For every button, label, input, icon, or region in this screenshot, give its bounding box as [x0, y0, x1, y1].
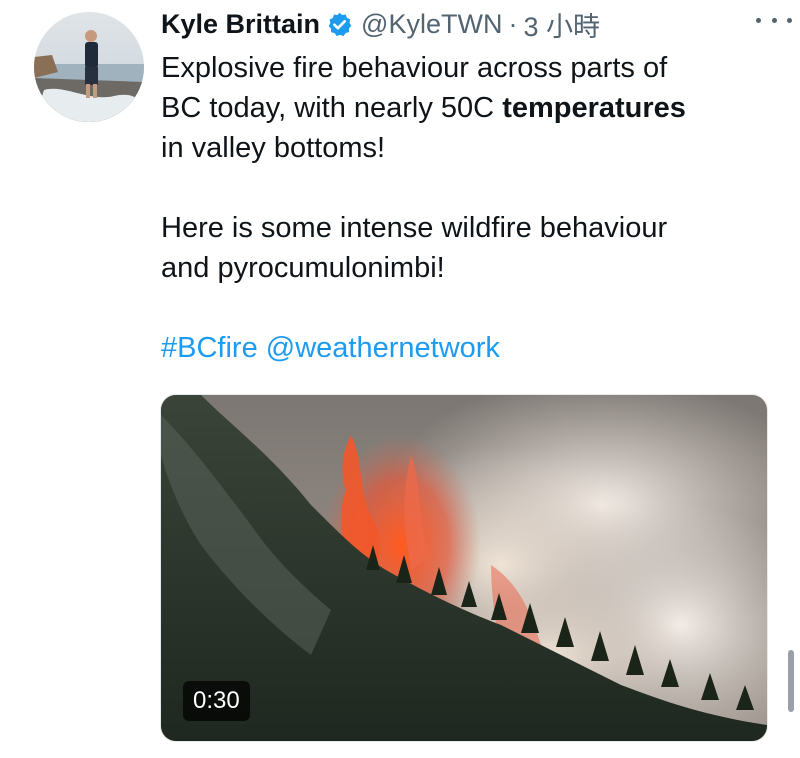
timestamp[interactable]: 3 小時	[523, 5, 600, 44]
video-duration-badge: 0:30	[183, 681, 250, 721]
tweet-text: Explosive fire behaviour across parts of…	[161, 48, 781, 368]
more-dot	[771, 17, 777, 23]
tweet[interactable]: Kyle Brittain @KyleTWN · 3 小時 Explosive …	[0, 0, 800, 758]
more-dot	[756, 17, 761, 23]
mention-link[interactable]: @weathernetwork	[266, 332, 500, 364]
hashtag-link[interactable]: #BCfire	[161, 332, 258, 364]
tweet-line: Here is some intense wildfire behaviour	[161, 212, 668, 244]
avatar[interactable]	[34, 12, 144, 122]
tweet-line: BC today, with nearly 50C temperatures	[161, 92, 686, 124]
video-player[interactable]: 0:30	[160, 394, 768, 742]
bold-keyword: temperatures	[502, 92, 686, 124]
scrollbar[interactable]	[788, 650, 794, 712]
verified-badge-icon	[326, 11, 353, 38]
separator-dot: ·	[508, 8, 518, 39]
video-thumbnail	[161, 395, 767, 741]
tweet-line: Explosive fire behaviour across parts of	[161, 52, 668, 84]
more-options-icon[interactable]	[756, 8, 792, 32]
tweet-header: Kyle Brittain @KyleTWN · 3 小時	[161, 4, 770, 44]
tweet-links: #BCfire @weathernetwork	[161, 328, 781, 368]
user-handle[interactable]: @KyleTWN	[361, 9, 502, 40]
display-name[interactable]: Kyle Brittain	[161, 9, 320, 40]
tweet-line: in valley bottoms!	[161, 132, 386, 164]
tweet-line: and pyrocumulonimbi!	[161, 252, 445, 284]
more-dot	[787, 17, 792, 23]
